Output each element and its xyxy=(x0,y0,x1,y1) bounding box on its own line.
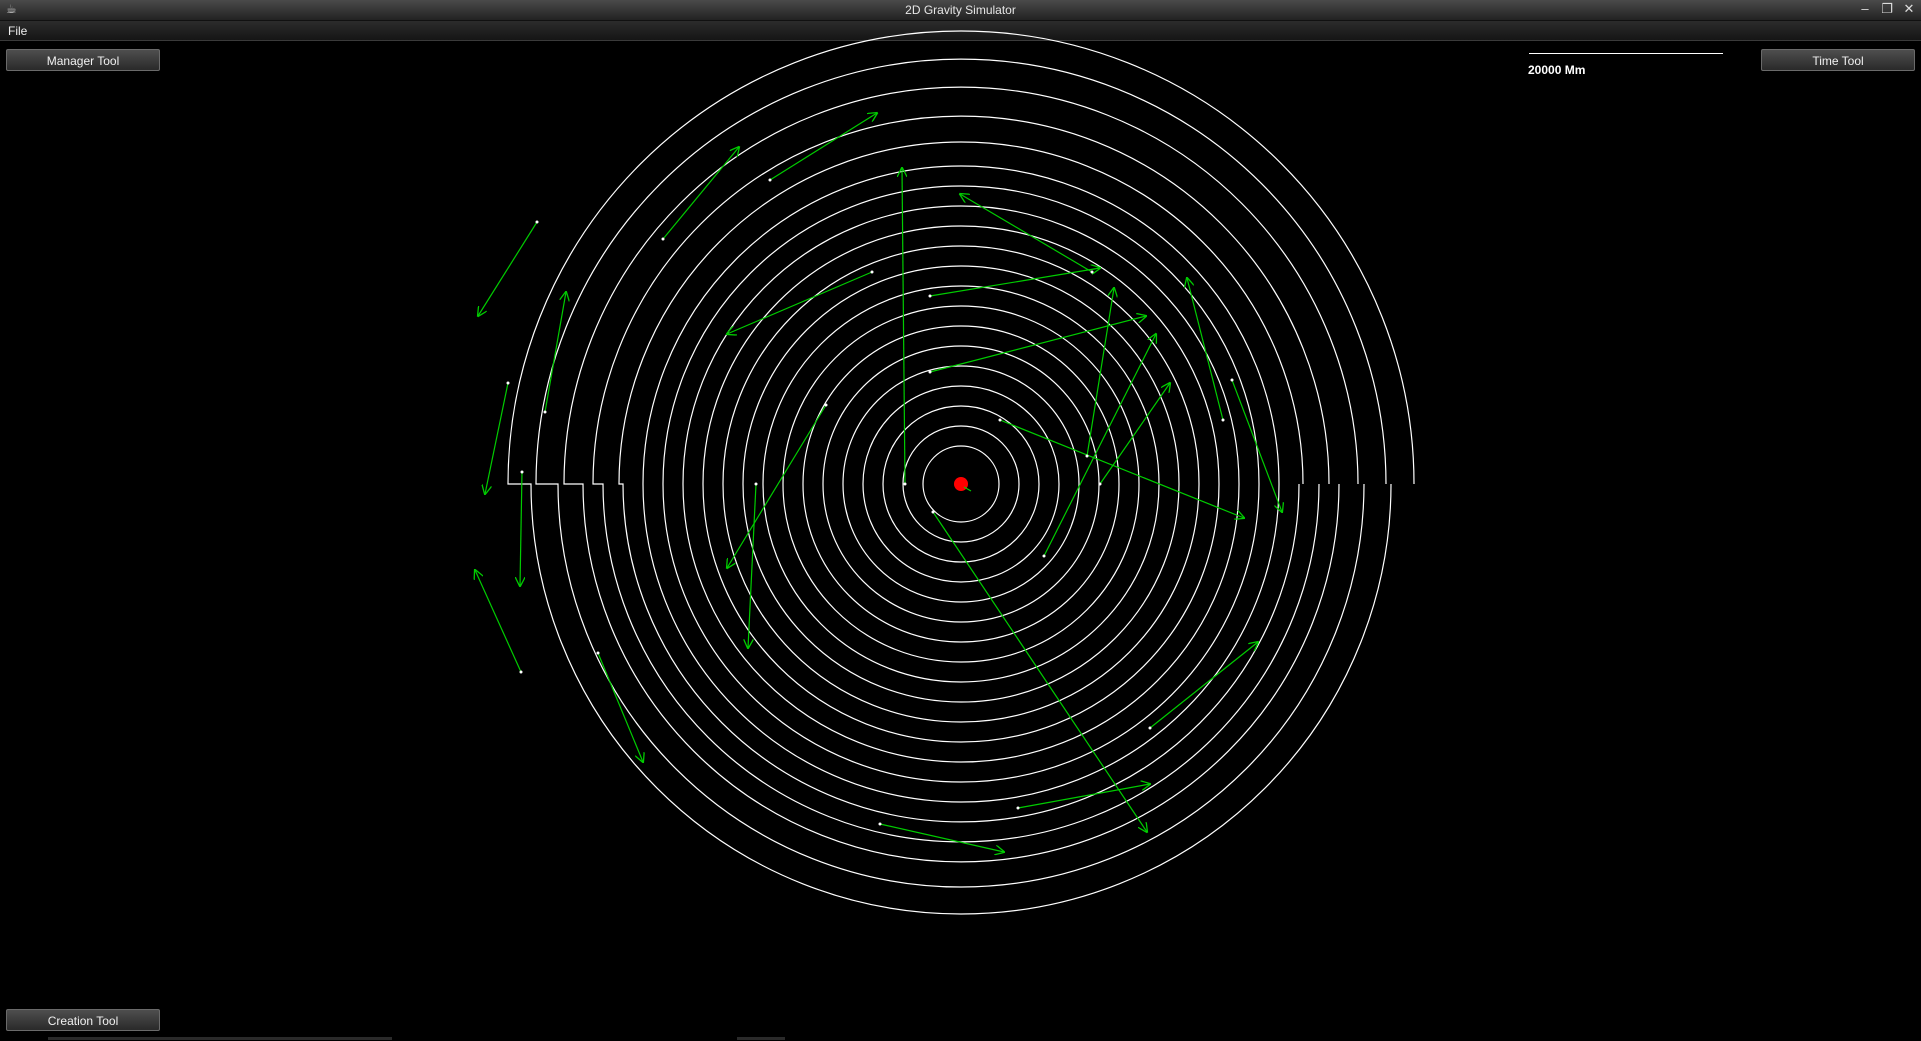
orbiting-body xyxy=(928,294,932,298)
velocity-vector xyxy=(662,147,739,240)
orbit-view xyxy=(0,30,1415,915)
orbiting-body xyxy=(1098,482,1102,486)
time-tool-button[interactable]: Time Tool xyxy=(1761,49,1915,71)
orbiting-body xyxy=(1148,726,1152,730)
status-strip xyxy=(737,1037,785,1040)
orbiting-body xyxy=(543,410,547,414)
velocity-vector xyxy=(1017,784,1150,809)
scale-bar xyxy=(1529,53,1723,54)
velocity-vector xyxy=(929,316,1146,373)
velocity-vector xyxy=(544,292,566,413)
scale-bar-label: 20000 Mm xyxy=(1528,63,1586,77)
creation-tool-button[interactable]: Creation Tool xyxy=(6,1009,160,1031)
orbiting-body xyxy=(878,822,882,826)
velocity-vector xyxy=(520,471,522,586)
orbiting-body xyxy=(596,651,600,655)
velocity-vector xyxy=(879,823,1004,852)
orbiting-body xyxy=(661,237,665,241)
central-body xyxy=(954,477,968,491)
orbiting-body xyxy=(1016,806,1020,810)
velocity-vector xyxy=(727,271,873,334)
orbiting-body xyxy=(870,270,874,274)
orbiting-body xyxy=(1085,454,1089,458)
orbiting-body xyxy=(506,381,510,385)
orbiting-body xyxy=(535,220,539,224)
orbiting-body xyxy=(519,670,523,674)
orbiting-body xyxy=(824,403,828,407)
velocity-vector xyxy=(475,570,522,673)
orbiting-body xyxy=(1042,554,1046,558)
orbiting-body xyxy=(928,370,932,374)
velocity-vector xyxy=(485,382,509,494)
orbiting-body xyxy=(931,510,935,514)
orbiting-body xyxy=(768,178,772,182)
orbiting-body xyxy=(998,418,1002,422)
orbiting-body xyxy=(520,470,524,474)
velocity-vector xyxy=(478,221,538,316)
velocity-vector xyxy=(748,483,757,648)
orbiting-body xyxy=(1221,418,1225,422)
velocity-vector xyxy=(727,404,827,568)
velocity-vector xyxy=(1231,379,1282,512)
status-strip xyxy=(48,1037,392,1040)
velocity-vector xyxy=(960,194,1093,273)
manager-tool-button[interactable]: Manager Tool xyxy=(6,49,160,71)
velocity-vector xyxy=(902,168,905,485)
orbiting-body xyxy=(754,482,758,486)
velocity-vector xyxy=(769,113,877,181)
velocity-vector xyxy=(932,511,1147,832)
orbiting-body xyxy=(1090,270,1094,274)
velocity-vector xyxy=(1149,642,1258,729)
velocity-vector xyxy=(597,652,643,762)
orbiting-body xyxy=(1230,378,1234,382)
orbiting-body xyxy=(903,482,907,486)
